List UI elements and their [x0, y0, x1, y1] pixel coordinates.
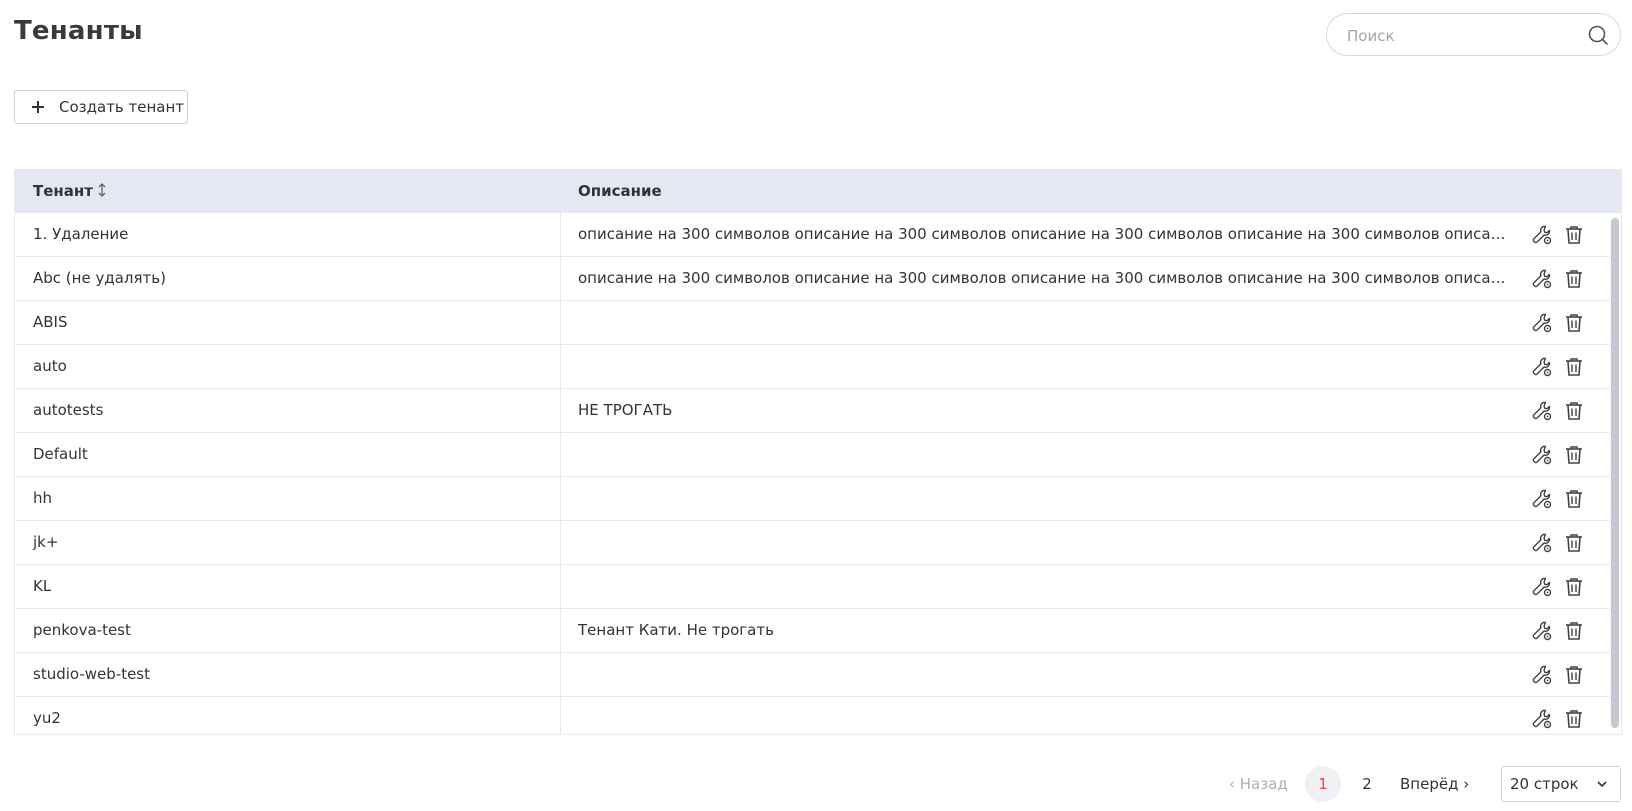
chevron-right-icon: ›	[1463, 775, 1470, 793]
search-input[interactable]	[1345, 14, 1579, 57]
trash-icon[interactable]	[1563, 708, 1585, 730]
trash-icon[interactable]	[1563, 268, 1585, 290]
tenants-table: Тенант Описание 1. Удаление описание на 3…	[14, 169, 1622, 735]
table-row[interactable]: Abc (не удалять) описание на 300 символов…	[15, 257, 1621, 301]
table-row[interactable]: jk+	[15, 521, 1621, 565]
table-row[interactable]: yu2	[15, 697, 1621, 734]
search-box[interactable]	[1326, 13, 1621, 57]
settings-icon[interactable]	[1531, 620, 1553, 642]
tenant-name: KL	[33, 577, 52, 595]
tenant-name: Default	[33, 445, 88, 463]
create-tenant-label: Создать тенант	[59, 98, 185, 116]
column-header-tenant-label: Тенант	[33, 182, 93, 200]
trash-icon[interactable]	[1563, 576, 1585, 598]
table-body: 1. Удаление описание на 300 символов опис…	[15, 213, 1621, 734]
table-row[interactable]: penkova-test Тенант Кати. Не трогать	[15, 609, 1621, 653]
settings-icon[interactable]	[1531, 708, 1553, 730]
trash-icon[interactable]	[1563, 620, 1585, 642]
settings-icon[interactable]	[1531, 664, 1553, 686]
scrollbar-thumb[interactable]	[1611, 218, 1619, 728]
tenant-name: jk+	[33, 533, 59, 551]
tenant-name: hh	[33, 489, 53, 507]
tenant-description: описание на 300 символов описание на 300…	[578, 225, 1514, 243]
tenant-name: autotests	[33, 401, 104, 419]
tenant-name: ABIS	[33, 313, 68, 331]
tenant-name: auto	[33, 357, 67, 375]
tenant-name: penkova-test	[33, 621, 131, 639]
settings-icon[interactable]	[1531, 400, 1553, 422]
table-row[interactable]: studio-web-test	[15, 653, 1621, 697]
trash-icon[interactable]	[1563, 400, 1585, 422]
page-title: Тенанты	[14, 16, 143, 46]
trash-icon[interactable]	[1563, 488, 1585, 510]
pagination-next-label: Вперёд	[1400, 775, 1459, 793]
tenant-name: Abc (не удалять)	[33, 269, 166, 287]
table-row[interactable]: KL	[15, 565, 1621, 609]
trash-icon[interactable]	[1563, 224, 1585, 246]
tenant-name: yu2	[33, 709, 61, 727]
settings-icon[interactable]	[1531, 444, 1553, 466]
settings-icon[interactable]	[1531, 268, 1553, 290]
create-tenant-button[interactable]: Создать тенант	[14, 90, 188, 124]
table-row[interactable]: auto	[15, 345, 1621, 389]
settings-icon[interactable]	[1531, 488, 1553, 510]
plus-icon	[32, 101, 44, 113]
trash-icon[interactable]	[1563, 312, 1585, 334]
rows-per-page-select[interactable]: 20 строк	[1501, 766, 1621, 802]
settings-icon[interactable]	[1531, 576, 1553, 598]
trash-icon[interactable]	[1563, 444, 1585, 466]
pagination-next[interactable]: Вперёд ›	[1400, 766, 1469, 802]
trash-icon[interactable]	[1563, 356, 1585, 378]
pagination-page-1[interactable]: 1	[1305, 766, 1341, 802]
chevron-left-icon: ‹	[1229, 775, 1235, 793]
chevron-down-icon	[1597, 781, 1607, 788]
tenant-name: 1. Удаление	[33, 225, 129, 243]
table-row[interactable]: autotests НЕ ТРОГАТЬ	[15, 389, 1621, 433]
tenant-name: studio-web-test	[33, 665, 150, 683]
table-row[interactable]: 1. Удаление описание на 300 символов опис…	[15, 213, 1621, 257]
column-header-tenant[interactable]: Тенант	[33, 170, 107, 213]
pagination-prev[interactable]: ‹ Назад	[1229, 766, 1288, 802]
rows-per-page-value: 20 строк	[1510, 775, 1579, 793]
tenant-description: НЕ ТРОГАТЬ	[578, 401, 673, 419]
settings-icon[interactable]	[1531, 356, 1553, 378]
column-header-description: Описание	[578, 182, 662, 200]
table-row[interactable]: Default	[15, 433, 1621, 477]
sort-icon[interactable]	[97, 183, 107, 197]
settings-icon[interactable]	[1531, 224, 1553, 246]
table-row[interactable]: hh	[15, 477, 1621, 521]
table-header: Тенант Описание	[15, 170, 1621, 213]
tenant-description: описание на 300 символов описание на 300…	[578, 269, 1514, 287]
table-row[interactable]: ABIS	[15, 301, 1621, 345]
tenant-description: Тенант Кати. Не трогать	[578, 621, 774, 639]
trash-icon[interactable]	[1563, 664, 1585, 686]
settings-icon[interactable]	[1531, 532, 1553, 554]
pagination-prev-label: Назад	[1239, 775, 1288, 793]
search-icon[interactable]	[1587, 24, 1609, 46]
settings-icon[interactable]	[1531, 312, 1553, 334]
pagination-page-2[interactable]: 2	[1355, 766, 1379, 802]
trash-icon[interactable]	[1563, 532, 1585, 554]
